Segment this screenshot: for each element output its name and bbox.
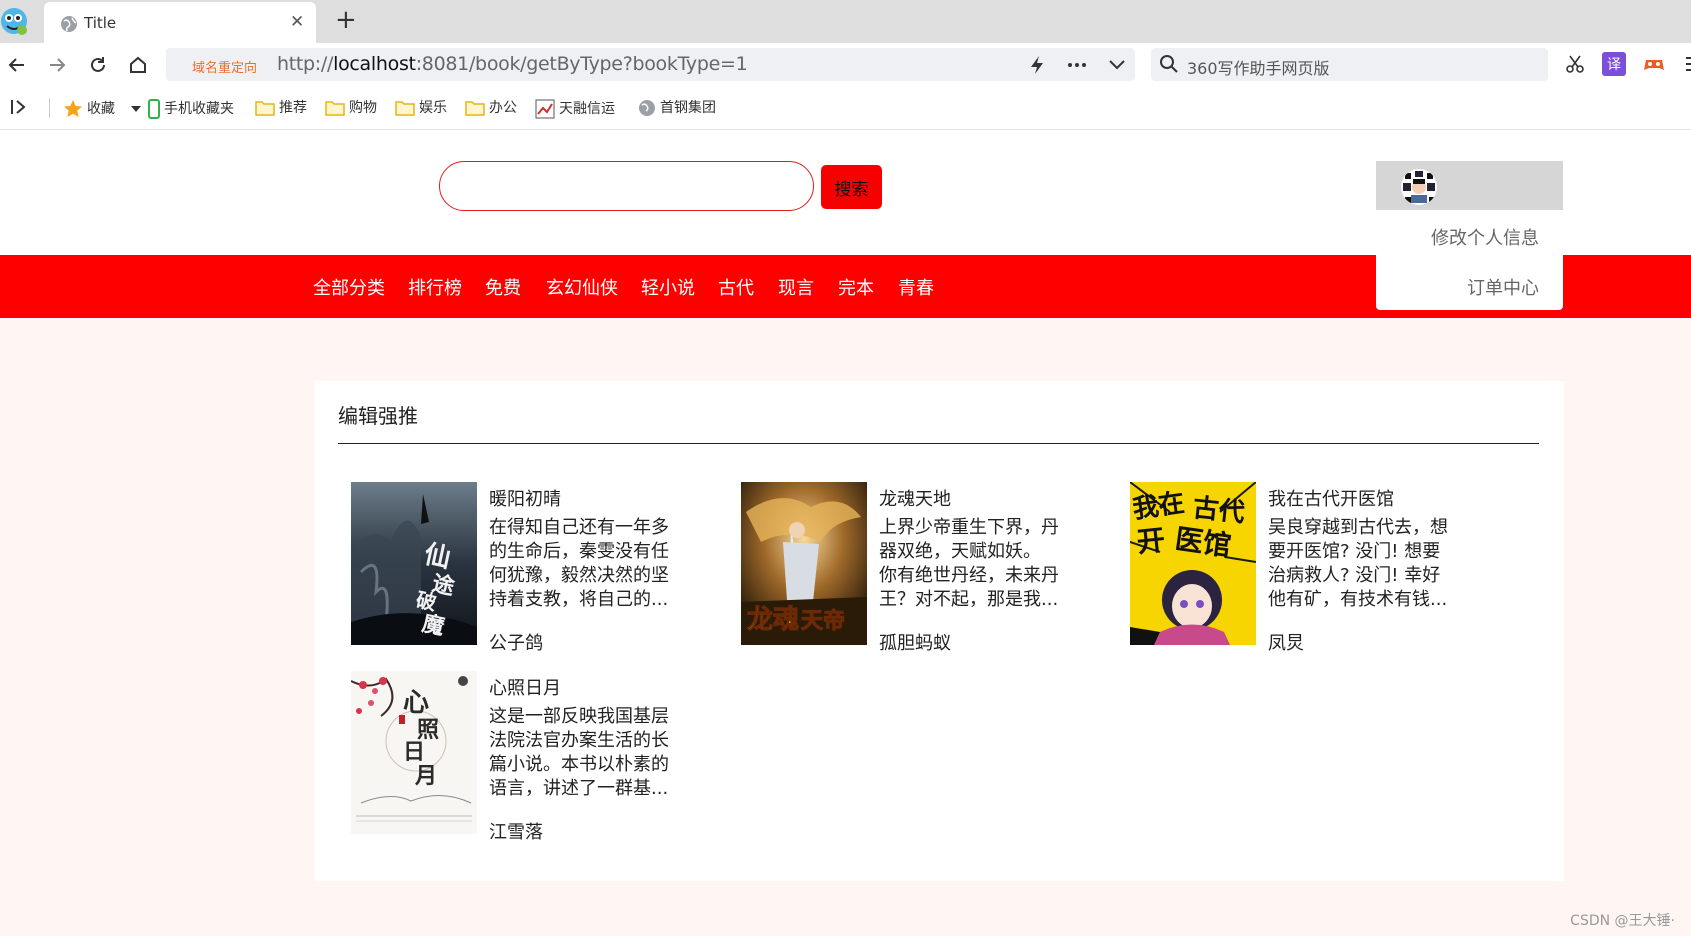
extensions-overflow-icon[interactable]	[1678, 52, 1691, 76]
nav-item-rankings[interactable]: 排行榜	[408, 274, 462, 300]
book-author: 公子鸽	[489, 633, 543, 654]
bookmark-divider	[49, 98, 50, 118]
watermark: CSDN @王大锤·	[1570, 913, 1675, 929]
book-search-input[interactable]	[439, 161, 814, 211]
globe-icon	[60, 15, 78, 33]
tab-title: Title	[84, 14, 117, 32]
search-button[interactable]: 搜索	[821, 165, 882, 209]
globe-icon	[639, 100, 655, 116]
nav-item-completed[interactable]: 完本	[838, 274, 874, 300]
menu-item-edit-profile[interactable]: 修改个人信息	[1431, 224, 1539, 250]
close-tab-icon[interactable]: ✕	[290, 12, 304, 32]
bookmark-shougang[interactable]: 首钢集团	[638, 99, 716, 117]
book-author: 江雪落	[489, 822, 543, 843]
svg-text:日: 日	[403, 739, 425, 765]
section-title: 编辑强推	[338, 404, 418, 428]
redirect-label: 域名重定向	[192, 61, 258, 76]
game-icon[interactable]	[1642, 52, 1666, 76]
browser-search-placeholder: 360写作助手网页版	[1187, 59, 1330, 78]
section-divider	[338, 443, 1539, 444]
lightning-icon[interactable]	[1026, 54, 1048, 76]
bookmarks-bar: 收藏 手机收藏夹 推荐 购物 娱乐 办公 天融信运 首钢集团	[0, 86, 1691, 130]
book-card[interactable]: 龙魂 天帝 龙魂天地 上界少帝重生下界，丹器双绝，天赋如妖。 你有绝世丹经，未来…	[741, 482, 1081, 654]
site-icon	[535, 99, 555, 119]
translate-icon[interactable]: 译	[1602, 52, 1626, 76]
phone-icon	[148, 99, 160, 119]
nav-item-light-novel[interactable]: 轻小说	[641, 274, 695, 300]
bookmark-entertainment[interactable]: 娱乐	[395, 99, 447, 117]
cover-title-text: 龙魂	[747, 605, 799, 635]
cover-title-text: 心	[403, 688, 429, 718]
search-icon	[1159, 54, 1179, 78]
book-description: 在得知自己还有一年多的生命后，秦雯没有任何犹豫，毅然决然的坚持着支教，将自己的.…	[489, 517, 669, 610]
home-icon[interactable]	[124, 51, 152, 79]
browser-logo-icon[interactable]	[0, 4, 32, 38]
star-icon	[64, 100, 82, 117]
sidebar-toggle-icon[interactable]	[10, 99, 28, 115]
book-description: 吴良穿越到古代去，想要开医馆? 没门! 想要治病救人? 没门! 幸好他有矿，有技…	[1268, 517, 1448, 610]
caret-down-icon	[131, 106, 141, 112]
chevron-down-icon[interactable]	[1106, 54, 1128, 76]
folder-icon	[395, 101, 415, 116]
browser-tab-strip: Title ✕ +	[0, 0, 1691, 43]
folder-icon	[255, 101, 275, 116]
bookmark-office[interactable]: 办公	[465, 99, 517, 117]
book-card[interactable]: 心 照 日 月 心照日月 这是一部反映我国基层法院法官办案生活的长篇小说。本书以…	[351, 671, 691, 843]
nav-item-youth[interactable]: 青春	[898, 274, 934, 300]
menu-item-order-center[interactable]: 订单中心	[1467, 274, 1539, 300]
book-title[interactable]: 龙魂天地	[879, 485, 951, 511]
folder-icon	[325, 101, 345, 116]
svg-text:月: 月	[414, 763, 437, 789]
address-bar[interactable]: 域名重定向 http://localhost:8081/book/getByTy…	[166, 48, 1135, 81]
bookmark-shopping[interactable]: 购物	[325, 99, 377, 117]
browser-tab-active[interactable]: Title ✕	[44, 2, 316, 43]
bookmark-mobile[interactable]: 手机收藏夹	[148, 99, 234, 119]
book-card[interactable]: 仙 途 破 魔 暖阳初晴 在得知自己还有一年多的生命后，秦雯没有任何犹豫，毅然决…	[351, 482, 691, 654]
bookmark-recommend[interactable]: 推荐	[255, 99, 307, 117]
book-cover-image[interactable]: 仙 途 破 魔	[351, 482, 477, 645]
user-dropdown-menu: 修改个人信息 订单中心	[1376, 210, 1563, 310]
url-text: http://localhost:8081/book/getByType?boo…	[277, 53, 748, 75]
bookmark-topsec[interactable]: 天融信运	[535, 99, 615, 119]
forward-icon[interactable]	[43, 51, 71, 79]
reload-icon[interactable]	[84, 51, 112, 79]
nav-item-ancient[interactable]: 古代	[718, 274, 754, 300]
bookmark-favorites[interactable]: 收藏	[63, 99, 141, 119]
book-author: 凤炅	[1268, 633, 1304, 654]
book-card[interactable]: 我在 古代 开 医馆 我在古代开医馆 吴良穿越到古代去，想要开医馆? 没门! 想…	[1130, 482, 1470, 654]
browser-search-box[interactable]: 360写作助手网页版	[1151, 48, 1548, 81]
editor-picks-panel: 编辑强推 仙 途 破 魔 暖阳初晴 在得知自己还有一年多的生命后，秦雯没有任何犹…	[314, 381, 1564, 881]
user-menu-trigger[interactable]	[1376, 161, 1563, 210]
back-icon[interactable]	[3, 51, 31, 79]
browser-toolbar: 域名重定向 http://localhost:8081/book/getByTy…	[0, 43, 1691, 86]
book-cover-image[interactable]: 心 照 日 月	[351, 671, 477, 834]
book-author: 孤胆蚂蚁	[879, 633, 951, 654]
svg-text:天帝: 天帝	[801, 608, 845, 634]
nav-item-fantasy[interactable]: 玄幻仙侠	[546, 274, 618, 300]
svg-text:古代: 古代	[1191, 493, 1246, 528]
book-description: 上界少帝重生下界，丹器双绝，天赋如妖。 你有绝世丹经，未来丹王？对不起，那是我.…	[879, 517, 1059, 610]
avatar	[1401, 169, 1437, 205]
folder-icon	[465, 101, 485, 116]
more-options-icon[interactable]	[1066, 54, 1088, 76]
new-tab-icon[interactable]: +	[335, 6, 357, 34]
scissors-icon[interactable]	[1563, 52, 1587, 76]
book-description: 这是一部反映我国基层法院法官办案生活的长篇小说。本书以朴素的语言，讲述了一群基.…	[489, 706, 669, 799]
book-title[interactable]: 心照日月	[489, 674, 561, 700]
book-title[interactable]: 我在古代开医馆	[1268, 485, 1394, 511]
nav-item-modern-romance[interactable]: 现言	[778, 274, 814, 300]
nav-item-free[interactable]: 免费	[485, 274, 521, 300]
book-cover-image[interactable]: 我在 古代 开 医馆	[1130, 482, 1256, 645]
book-cover-image[interactable]: 龙魂 天帝	[741, 482, 867, 645]
nav-item-all-categories[interactable]: 全部分类	[313, 274, 385, 300]
svg-text:开: 开	[1135, 523, 1166, 559]
book-title[interactable]: 暖阳初晴	[489, 485, 561, 511]
